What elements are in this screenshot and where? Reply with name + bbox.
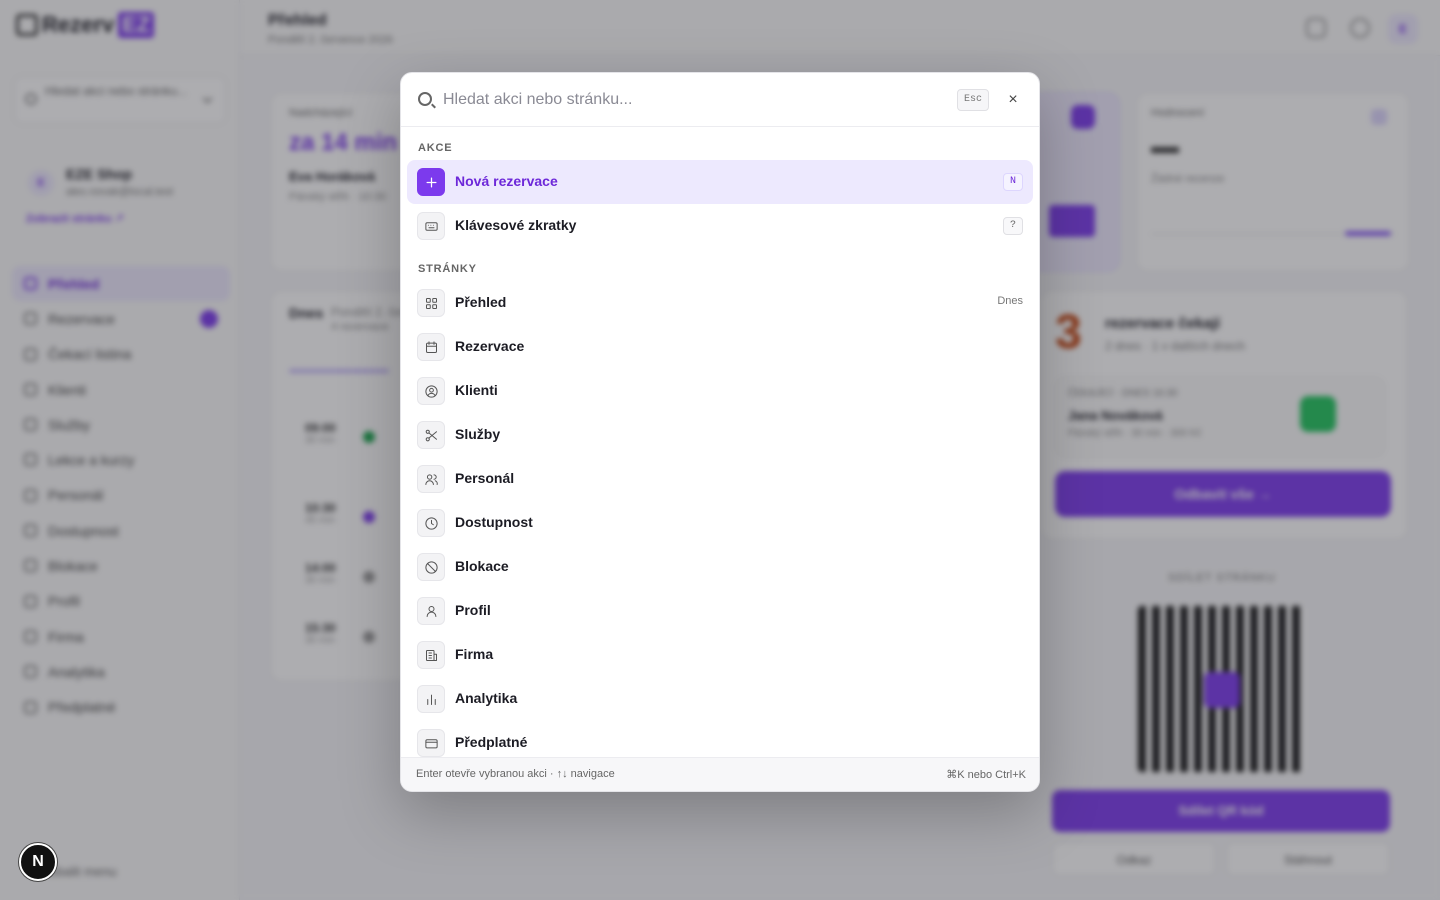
palette-results: AKCE STRÁNKY Nová rezervace N Klávesové zk…: [401, 128, 1039, 759]
palette-search-input[interactable]: [443, 87, 943, 113]
esc-key-hint: Esc: [957, 89, 989, 111]
palette-item-label: Profil: [455, 602, 491, 618]
palette-footer: Enter otevře vybranou akci · ↑↓ navigace…: [401, 757, 1039, 791]
palette-item-dostupnost[interactable]: Dostupnost: [407, 501, 1033, 545]
palette-item-label: Klávesové zkratky: [455, 217, 577, 233]
shortcut-key: ?: [1003, 217, 1023, 235]
dev-indicator[interactable]: N: [19, 843, 57, 881]
section-actions: AKCE: [418, 142, 453, 154]
palette-item-label: Dostupnost: [455, 514, 533, 530]
palette-search-bar: Esc ×: [401, 73, 1039, 127]
command-palette: Esc × AKCE STRÁNKY Nová rezervace N Kláves…: [400, 72, 1040, 792]
palette-item-label: Firma: [455, 646, 494, 662]
scissors-icon: [417, 421, 445, 449]
item-hint: Dnes: [997, 295, 1023, 307]
palette-item-profil[interactable]: Profil: [407, 589, 1033, 633]
close-icon[interactable]: ×: [1003, 90, 1023, 110]
section-pages: STRÁNKY: [418, 263, 477, 275]
palette-item-label: Personál: [455, 470, 515, 486]
calendar-icon: [417, 333, 445, 361]
keyboard-icon: [417, 212, 445, 240]
search-icon: [418, 92, 432, 106]
palette-item-nova-rezervace[interactable]: Nová rezervace N: [407, 160, 1033, 204]
building-icon: [417, 641, 445, 669]
users-icon: [417, 465, 445, 493]
palette-item-label: Služby: [455, 426, 501, 442]
palette-item-label: Předplatné: [455, 734, 528, 750]
palette-item-analytika[interactable]: Analytika: [407, 677, 1033, 721]
ban-icon: [417, 553, 445, 581]
palette-item-label: Nová rezervace: [455, 173, 558, 189]
palette-item-firma[interactable]: Firma: [407, 633, 1033, 677]
palette-item-predplatne[interactable]: Předplatné: [407, 721, 1033, 759]
palette-item-rezervace[interactable]: Rezervace: [407, 325, 1033, 369]
user-icon: [417, 597, 445, 625]
plus-icon: [417, 168, 445, 196]
palette-item-label: Přehled: [455, 294, 507, 310]
palette-item-blokace[interactable]: Blokace: [407, 545, 1033, 589]
clock-icon: [417, 509, 445, 537]
palette-item-prehled[interactable]: Přehled Dnes: [407, 281, 1033, 325]
palette-item-personal[interactable]: Personál: [407, 457, 1033, 501]
palette-item-klavesove-zkratky[interactable]: Klávesové zkratky?: [407, 204, 1033, 248]
palette-item-sluzby[interactable]: Služby: [407, 413, 1033, 457]
palette-item-klienti[interactable]: Klienti: [407, 369, 1033, 413]
footer-hint: Enter otevře vybranou akci · ↑↓ navigace: [416, 768, 615, 780]
grid-icon: [417, 289, 445, 317]
footer-shortcut: ⌘K nebo Ctrl+K: [946, 769, 1026, 781]
user-circle-icon: [417, 377, 445, 405]
palette-item-label: Blokace: [455, 558, 509, 574]
shortcut-key: N: [1003, 173, 1023, 191]
palette-item-label: Analytika: [455, 690, 518, 706]
credit-card-icon: [417, 729, 445, 757]
palette-item-label: Klienti: [455, 382, 498, 398]
palette-item-label: Rezervace: [455, 338, 525, 354]
bar-chart-icon: [417, 685, 445, 713]
